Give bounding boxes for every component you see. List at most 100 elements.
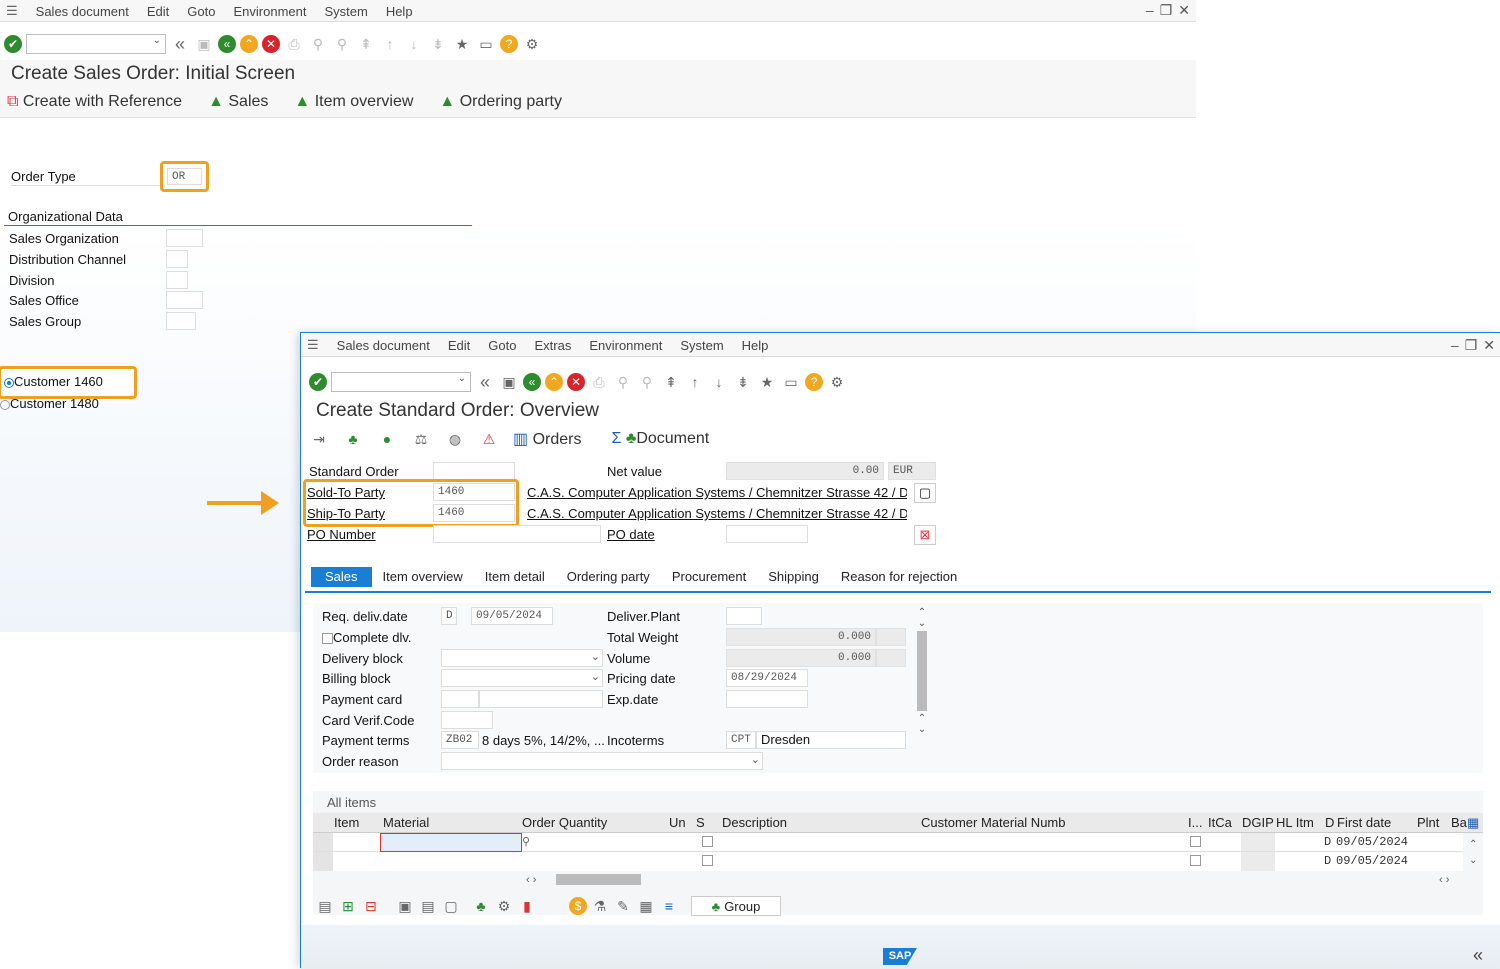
item-checkbox[interactable] [1190, 836, 1201, 847]
command-field[interactable] [26, 34, 166, 54]
group-button[interactable]: ♣ Group [691, 896, 781, 916]
pricing-icon[interactable]: $ [569, 897, 587, 915]
orders-button[interactable]: ▥ Orders [513, 429, 581, 449]
back-menu-goto[interactable]: Goto [187, 4, 215, 19]
configuration-icon[interactable]: ⚙ [494, 896, 514, 916]
exp-date-input[interactable] [726, 690, 808, 708]
front-menu-extras[interactable]: Extras [534, 338, 571, 353]
last-page-icon[interactable]: ⇟ [428, 34, 448, 54]
minimize-icon[interactable]: – [1451, 337, 1459, 354]
sold-to-party-label[interactable]: Sold-To Party [307, 485, 385, 500]
prev-page-icon[interactable]: ↑ [380, 34, 400, 54]
close-icon[interactable]: ✕ [1178, 2, 1190, 19]
tab-ordering-party[interactable]: Ordering party [556, 567, 661, 587]
save-icon[interactable]: ▣ [499, 372, 519, 392]
find-icon[interactable]: ⚲ [308, 34, 328, 54]
standard-order-input[interactable] [433, 462, 515, 480]
tab-item-detail[interactable]: Item detail [474, 567, 556, 587]
sold-to-party-input[interactable]: 1460 [433, 483, 515, 501]
deliver-plant-input[interactable] [726, 607, 762, 625]
first-page-icon[interactable]: ⇞ [661, 372, 681, 392]
item-checkbox[interactable] [702, 855, 713, 866]
sales-button[interactable]: ▲ Sales [208, 93, 268, 111]
schedule-icon[interactable]: ▦ [636, 896, 656, 916]
distribution-channel-input[interactable] [166, 250, 188, 268]
credit-icon[interactable]: ◍ [445, 429, 465, 449]
print-icon[interactable]: ⎙ [284, 34, 304, 54]
collapse-icon[interactable]: « [170, 34, 190, 54]
sales-group-input[interactable] [166, 312, 196, 330]
ordering-party-button[interactable]: ▲ Ordering party [439, 93, 562, 111]
req-deliv-date-input[interactable]: 09/05/2024 [471, 607, 553, 625]
item-detail-icon[interactable]: ▤ [315, 896, 335, 916]
material-input[interactable] [380, 833, 522, 852]
save-icon[interactable]: ▣ [194, 34, 214, 54]
col-un[interactable]: Un [669, 813, 686, 833]
division-input[interactable] [166, 271, 188, 289]
shortcut-icon[interactable]: ▭ [476, 34, 496, 54]
order-reason-select[interactable]: ⌄ [441, 752, 763, 770]
back-menu-edit[interactable]: Edit [147, 4, 169, 19]
sales-scrollbar[interactable]: ⌃ ⌄ ⌃ ⌄ [916, 607, 928, 773]
col-i[interactable]: I... [1188, 813, 1202, 833]
front-menu-environment[interactable]: Environment [589, 338, 662, 353]
column-settings-icon[interactable]: ▦ [1467, 813, 1479, 833]
delete-partner-icon[interactable]: ⚠ [479, 429, 499, 449]
col-dgip[interactable]: DGIP [1242, 813, 1274, 833]
help-icon[interactable]: ? [500, 35, 518, 53]
payment-card-type-input[interactable] [441, 690, 479, 708]
command-field[interactable] [331, 372, 471, 392]
front-menu-sales-document[interactable]: Sales document [337, 338, 430, 353]
payment-terms-input[interactable]: ZB02 [441, 731, 479, 749]
col-material[interactable]: Material [383, 813, 429, 833]
sales-org-input[interactable] [166, 229, 203, 247]
col-hl-itm[interactable]: HL Itm [1276, 813, 1314, 833]
req-deliv-flag[interactable]: D [441, 607, 457, 625]
delivery-block-select[interactable]: ⌄ [441, 649, 603, 667]
print-icon[interactable]: ⎙ [589, 372, 609, 392]
cancel-icon[interactable]: ✕ [567, 373, 585, 391]
incoterms-place-input[interactable]: Dresden [756, 731, 906, 749]
back-menu-sales-document[interactable]: Sales document [36, 4, 129, 19]
create-with-reference-button[interactable]: ⧉ Create with Reference [7, 93, 182, 111]
col-customer-material[interactable]: Customer Material Numb [921, 813, 1066, 833]
ship-to-party-input[interactable]: 1460 [433, 504, 515, 522]
help-icon[interactable]: ? [805, 373, 823, 391]
enter-icon[interactable]: ✔ [4, 35, 22, 53]
document-button[interactable]: Σ ♣Document [611, 430, 709, 448]
new-session-icon[interactable]: ★ [757, 372, 777, 392]
col-order-quantity[interactable]: Order Quantity [522, 813, 607, 833]
order-type-input[interactable]: OR [167, 168, 202, 185]
find-next-icon[interactable]: ⚲ [332, 34, 352, 54]
items-vscroll[interactable]: ⌃ ⌄ [1469, 837, 1477, 869]
incoterms-input[interactable]: CPT [726, 731, 756, 749]
po-date-input[interactable] [726, 525, 808, 543]
col-plnt[interactable]: Plnt [1417, 813, 1439, 833]
back-menu-system[interactable]: System [324, 4, 367, 19]
front-menu-goto[interactable]: Goto [488, 338, 516, 353]
value-help-icon[interactable]: ⚲ [522, 835, 530, 848]
person-icon[interactable]: ● [377, 429, 397, 449]
expand-status-icon[interactable]: « [1473, 945, 1483, 966]
tab-shipping[interactable]: Shipping [757, 567, 830, 587]
select-block-icon[interactable]: ▤ [418, 896, 438, 916]
col-item[interactable]: Item [334, 813, 359, 833]
sort-icon[interactable]: ≡ [659, 896, 679, 916]
settings-icon[interactable]: ⚙ [522, 34, 542, 54]
items-hscroll-right[interactable]: ‹ › [1439, 874, 1449, 886]
chart-icon[interactable]: ▮ [517, 896, 537, 916]
exit-icon[interactable]: ⌃ [240, 35, 258, 53]
shortcut-icon[interactable]: ▭ [781, 372, 801, 392]
col-description[interactable]: Description [722, 813, 787, 833]
tab-item-overview[interactable]: Item overview [372, 567, 474, 587]
cancel-icon[interactable]: ✕ [262, 35, 280, 53]
restore-icon[interactable]: ❐ [1465, 337, 1478, 354]
item-overview-button[interactable]: ▲ Item overview [294, 93, 413, 111]
next-page-icon[interactable]: ↓ [404, 34, 424, 54]
back-menu-help[interactable]: Help [386, 4, 413, 19]
sales-office-input[interactable] [166, 291, 203, 309]
insert-row-icon[interactable]: ⊞ [338, 896, 358, 916]
tab-sales[interactable]: Sales [311, 567, 372, 587]
radio-customer-1480[interactable]: Customer 1480 [0, 396, 140, 416]
back-icon[interactable]: « [523, 373, 541, 391]
